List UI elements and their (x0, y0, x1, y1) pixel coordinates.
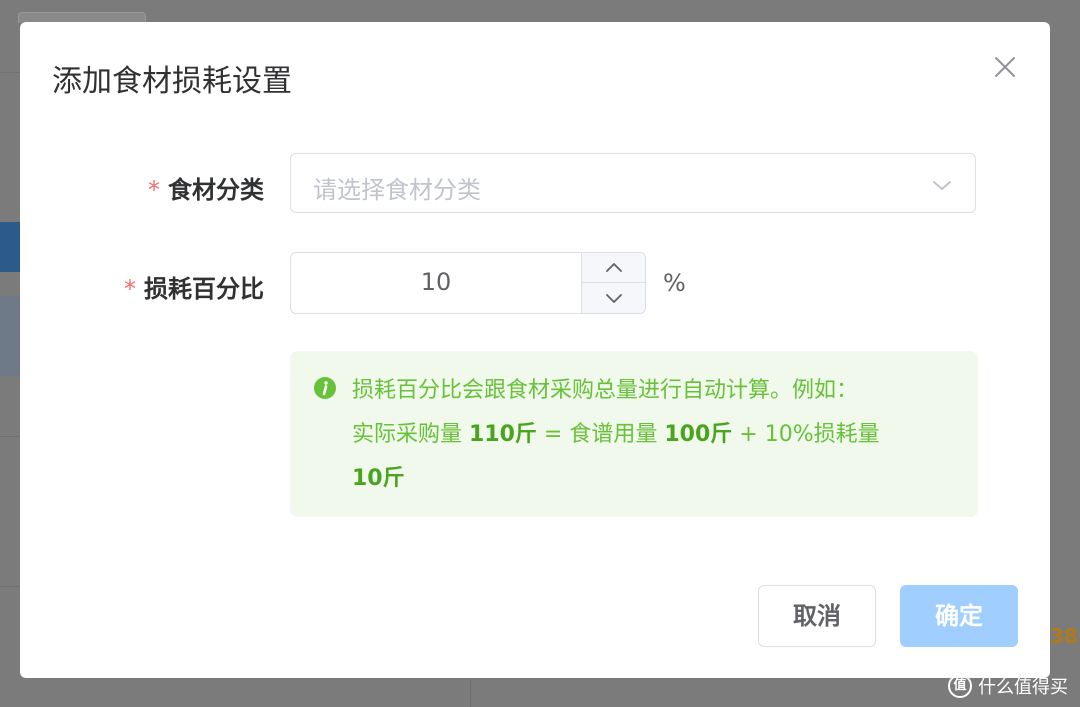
confirm-button[interactable]: 确定 (900, 585, 1018, 647)
loss-percent-label-text: 损耗百分比 (144, 275, 264, 303)
bg-divider (0, 72, 20, 73)
alert-line-1: 损耗百分比会跟食材采购总量进行自动计算。例如： (352, 378, 859, 403)
info-icon (314, 377, 336, 399)
alert-text-segment: = 食谱用量 (536, 422, 665, 447)
required-mark: * (148, 176, 160, 204)
loss-percent-label: * 损耗百分比 (124, 269, 264, 304)
percent-unit: % (663, 269, 686, 297)
loss-percent-value[interactable]: 10 (291, 268, 581, 296)
alert-message: 损耗百分比会跟食材采购总量进行自动计算。例如： 实际采购量 110斤 = 食谱用… (352, 369, 952, 501)
chevron-up-icon (606, 263, 622, 272)
alert-line-2: 实际采购量 110斤 = 食谱用量 100斤 + 10%损耗量 (352, 413, 952, 457)
alert-bold-value: 10斤 (352, 466, 405, 491)
info-alert: 损耗百分比会跟食材采购总量进行自动计算。例如： 实际采购量 110斤 = 食谱用… (290, 351, 978, 517)
category-select[interactable]: 请选择食材分类 (290, 153, 976, 213)
close-icon (995, 57, 1015, 77)
required-mark: * (124, 275, 136, 303)
alert-line-3: 10斤 (352, 457, 952, 501)
alert-bold-value: 100斤 (664, 422, 733, 447)
decrease-button[interactable] (581, 283, 645, 313)
category-select-placeholder: 请选择食材分类 (313, 176, 481, 204)
category-label-text: 食材分类 (168, 176, 264, 204)
chevron-down-icon (606, 294, 622, 303)
close-button[interactable] (990, 52, 1020, 82)
alert-text-segment: + 10%损耗量 (732, 422, 880, 447)
watermark-text: 什么值得买 (978, 677, 1068, 698)
loss-percent-input[interactable]: 10 (290, 252, 646, 314)
bg-panel (0, 296, 20, 376)
watermark: 值 什么值得买 (948, 673, 1068, 699)
bg-price-text: 38. (1050, 624, 1080, 648)
bg-divider (470, 680, 471, 707)
dialog-title: 添加食材损耗设置 (52, 64, 292, 99)
alert-bold-value: 110斤 (469, 422, 537, 447)
bg-divider (0, 586, 20, 587)
category-label: * 食材分类 (148, 170, 264, 205)
bg-divider (0, 436, 20, 437)
increase-button[interactable] (581, 253, 645, 283)
cancel-button[interactable]: 取消 (758, 585, 876, 647)
watermark-logo: 值 (948, 674, 972, 698)
add-ingredient-loss-dialog: 添加食材损耗设置 * 食材分类 请选择食材分类 * 损耗百分比 10 % 损耗百… (20, 22, 1050, 678)
bg-add-button (0, 222, 20, 272)
alert-text-segment: 实际采购量 (352, 422, 469, 447)
chevron-down-icon (933, 181, 951, 190)
